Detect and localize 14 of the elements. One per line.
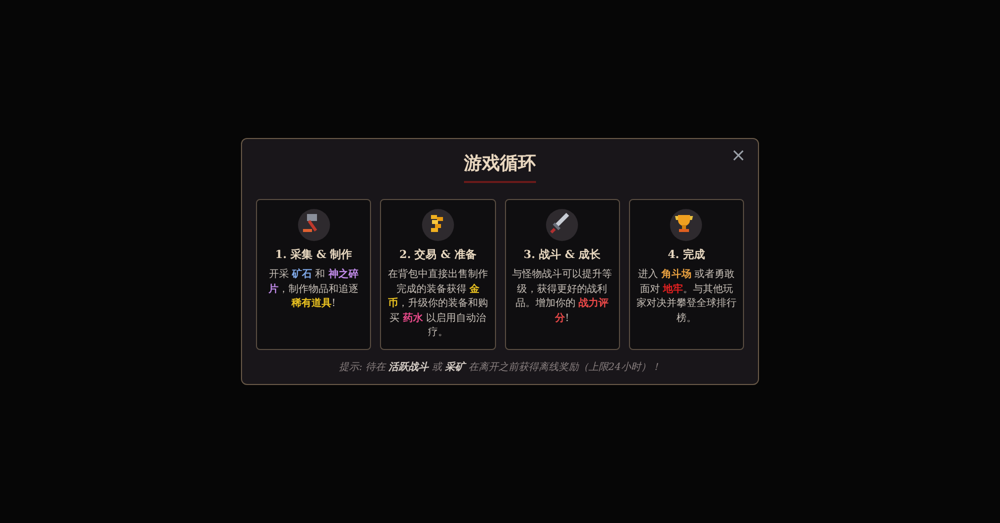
dialog-title: 游戏循环 — [464, 151, 536, 184]
step-title: 2. 交易 & 准备 — [399, 247, 476, 262]
step-description: 开采 矿石 和 神之碎片，制作物品和追逐 稀有道具! — [268, 268, 360, 312]
tip-text: 提示: 待在 活跃战斗 或 采矿 在离开之前获得离线奖励（上限24小时）！ — [339, 360, 661, 374]
step-title: 3. 战斗 & 成长 — [524, 247, 601, 262]
step-title: 4. 完成 — [668, 247, 706, 262]
sword-icon — [546, 209, 578, 242]
step-description: 与怪物战斗可以提升等级，获得更好的战利品。增加你的 战力评分! — [512, 268, 613, 326]
close-button[interactable]: × — [728, 145, 748, 166]
hammer-icon — [298, 209, 330, 242]
step-title: 1. 采集 & 制作 — [275, 247, 352, 262]
step-description: 进入 角斗场 或者勇敢面对 地牢。与其他玩家对决并攀登全球排行榜。 — [636, 268, 737, 326]
step-description: 在背包中直接出售制作完成的装备获得 金币，升级你的装备和购买 药水 以启用自动治疗。 — [387, 268, 488, 340]
trophy-icon — [670, 209, 702, 242]
